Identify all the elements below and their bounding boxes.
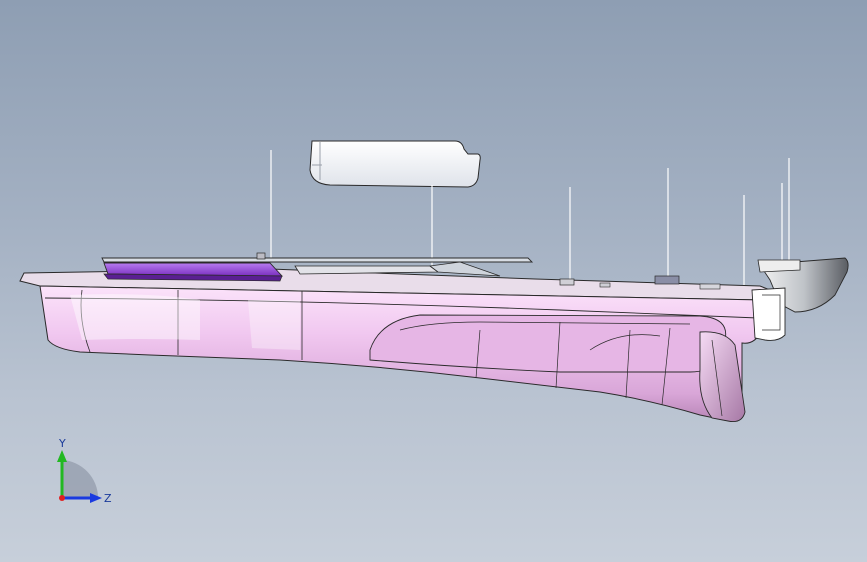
x-axis-dot-icon xyxy=(59,495,65,501)
hull-body[interactable] xyxy=(19,268,771,423)
floating-lid-part[interactable] xyxy=(309,140,481,188)
y-axis-label: Y xyxy=(58,438,66,450)
y-axis-arrow-icon xyxy=(57,450,67,462)
orientation-triad: Y Z xyxy=(57,438,112,505)
bow-assembly[interactable] xyxy=(751,257,849,341)
z-axis-label: Z xyxy=(104,492,112,505)
model-view[interactable] xyxy=(0,0,867,562)
graphics-viewport[interactable]: Y Z xyxy=(0,0,867,562)
